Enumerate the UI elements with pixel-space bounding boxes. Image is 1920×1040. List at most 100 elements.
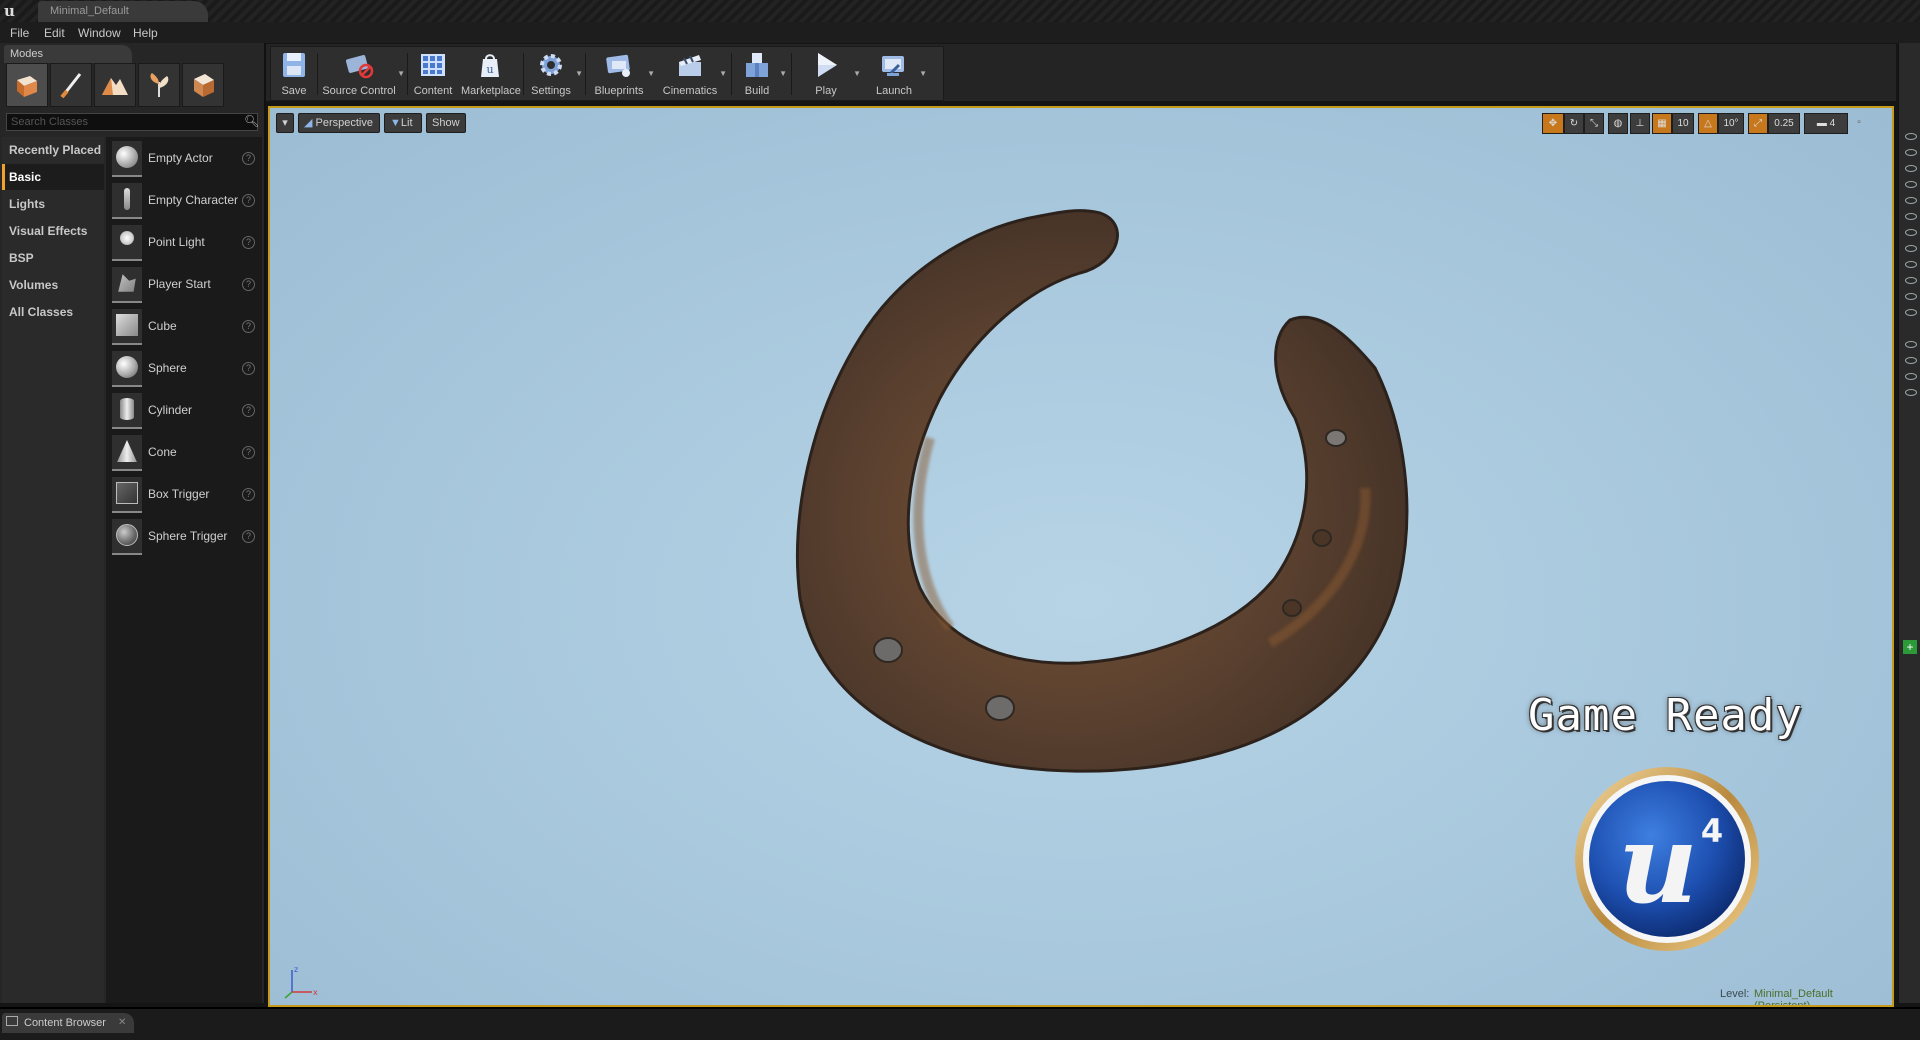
help-icon[interactable]: ? bbox=[242, 320, 255, 333]
visibility-eye-icon[interactable] bbox=[1905, 197, 1917, 204]
visibility-eye-icon[interactable] bbox=[1905, 357, 1917, 364]
modes-tab[interactable]: Modes bbox=[4, 45, 132, 63]
menu-edit[interactable]: Edit bbox=[44, 22, 65, 43]
visibility-eye-icon[interactable] bbox=[1905, 293, 1917, 300]
search-classes-input[interactable]: Search Classes bbox=[6, 113, 258, 131]
help-icon[interactable]: ? bbox=[242, 488, 255, 501]
list-item[interactable]: Cylinder ? bbox=[106, 389, 262, 431]
help-icon[interactable]: ? bbox=[242, 362, 255, 375]
add-component-icon[interactable]: + bbox=[1903, 640, 1917, 654]
svg-text:z: z bbox=[294, 965, 298, 974]
list-item[interactable]: Sphere ? bbox=[106, 347, 262, 389]
paint-mode-button[interactable] bbox=[50, 63, 92, 107]
marketplace-button[interactable]: u Marketplace bbox=[461, 47, 521, 100]
axis-gizmo-icon: z x bbox=[284, 965, 318, 999]
play-label: Play bbox=[815, 85, 837, 97]
document-tab[interactable]: Minimal_Default bbox=[38, 1, 208, 22]
sphere-trigger-icon bbox=[112, 519, 142, 555]
settings-button[interactable]: Settings ▼ bbox=[527, 47, 583, 100]
search-icon[interactable]: 🔍︎ bbox=[244, 114, 259, 128]
visibility-eye-icon[interactable] bbox=[1905, 165, 1917, 172]
svg-text:u: u bbox=[1618, 799, 1698, 928]
list-item[interactable]: Cone ? bbox=[106, 431, 262, 473]
help-icon[interactable]: ? bbox=[242, 404, 255, 417]
category-recently-placed[interactable]: Recently Placed bbox=[2, 137, 104, 163]
level-name-label: Minimal_Default (Persistent) bbox=[1754, 988, 1833, 1007]
geometry-mode-button[interactable] bbox=[182, 63, 224, 107]
help-icon[interactable]: ? bbox=[242, 236, 255, 249]
clapperboard-icon bbox=[679, 55, 701, 76]
category-volumes[interactable]: Volumes bbox=[2, 272, 104, 298]
help-icon[interactable]: ? bbox=[242, 446, 255, 459]
help-icon[interactable]: ? bbox=[242, 194, 255, 207]
nail-hole bbox=[873, 637, 903, 663]
visibility-eye-icon[interactable] bbox=[1905, 309, 1917, 316]
visibility-eye-icon[interactable] bbox=[1905, 277, 1917, 284]
launch-button[interactable]: Launch ▼ bbox=[863, 47, 927, 100]
help-icon[interactable]: ? bbox=[242, 530, 255, 543]
chevron-down-icon[interactable]: ▼ bbox=[719, 69, 727, 78]
visibility-eye-icon[interactable] bbox=[1905, 245, 1917, 252]
toolbar-divider bbox=[407, 53, 408, 95]
list-item[interactable]: Empty Character ? bbox=[106, 179, 262, 221]
visibility-eye-icon[interactable] bbox=[1905, 341, 1917, 348]
visibility-eye-icon[interactable] bbox=[1905, 133, 1917, 140]
chevron-down-icon[interactable]: ▼ bbox=[575, 69, 583, 78]
category-basic[interactable]: Basic bbox=[2, 164, 104, 190]
chevron-down-icon[interactable]: ▼ bbox=[779, 69, 787, 78]
blueprints-button[interactable]: Blueprints ▼ bbox=[589, 47, 655, 100]
category-lights[interactable]: Lights bbox=[2, 191, 104, 217]
toolbar-divider bbox=[585, 53, 586, 95]
chevron-down-icon[interactable]: ▼ bbox=[397, 69, 405, 78]
visibility-eye-icon[interactable] bbox=[1905, 373, 1917, 380]
item-label: Box Trigger bbox=[148, 487, 210, 501]
cinematics-button[interactable]: Cinematics ▼ bbox=[659, 47, 727, 100]
help-icon[interactable]: ? bbox=[242, 278, 255, 291]
place-mode-button[interactable] bbox=[6, 63, 48, 107]
cube-icon bbox=[112, 309, 142, 345]
foliage-mode-button[interactable] bbox=[138, 63, 180, 107]
toolbar-button-group: Save Source Control ▼ Content u Marketpl… bbox=[270, 46, 944, 101]
save-button[interactable]: Save bbox=[273, 47, 315, 100]
cinematics-label: Cinematics bbox=[662, 85, 718, 97]
menu-help[interactable]: Help bbox=[133, 22, 158, 43]
visibility-eye-icon[interactable] bbox=[1905, 213, 1917, 220]
content-button[interactable]: Content bbox=[411, 47, 455, 100]
settings-gear-icon bbox=[540, 54, 562, 76]
list-item[interactable]: Empty Actor ? bbox=[106, 137, 262, 179]
category-all-classes[interactable]: All Classes bbox=[2, 299, 104, 325]
list-item[interactable]: Sphere Trigger ? bbox=[106, 515, 262, 557]
visibility-eye-icon[interactable] bbox=[1905, 229, 1917, 236]
placeable-items-list: Empty Actor ? Empty Character ? Point Li… bbox=[106, 137, 262, 1003]
landscape-mode-button[interactable] bbox=[94, 63, 136, 107]
list-item[interactable]: Cube ? bbox=[106, 305, 262, 347]
category-visual-effects[interactable]: Visual Effects bbox=[2, 218, 104, 244]
level-viewport[interactable]: ▾ ◢ Perspective ▼Lit Show ✥ ↻ ⤡ ◍ ⊥ ▦ 10… bbox=[268, 106, 1894, 1007]
chevron-down-icon[interactable]: ▼ bbox=[647, 69, 655, 78]
source-control-button[interactable]: Source Control ▼ bbox=[319, 47, 405, 100]
play-button[interactable]: Play ▼ bbox=[795, 47, 861, 100]
nail-hole bbox=[1325, 429, 1347, 447]
level-prefix-label: Level: bbox=[1720, 988, 1750, 1000]
modes-tab-label: Modes bbox=[10, 48, 44, 60]
content-browser-tab[interactable]: Content Browser bbox=[2, 1013, 134, 1033]
build-button[interactable]: Build ▼ bbox=[735, 47, 787, 100]
paint-mode-icon bbox=[60, 73, 82, 99]
item-label: Cylinder bbox=[148, 403, 193, 417]
visibility-eye-icon[interactable] bbox=[1905, 181, 1917, 188]
help-icon[interactable]: ? bbox=[242, 152, 255, 165]
visibility-eye-icon[interactable] bbox=[1905, 389, 1917, 396]
list-item[interactable]: Point Light ? bbox=[106, 221, 262, 263]
menu-file[interactable]: File bbox=[10, 22, 29, 43]
close-icon[interactable]: ✕ bbox=[118, 1017, 126, 1028]
build-icon bbox=[746, 53, 768, 77]
chevron-down-icon[interactable]: ▼ bbox=[919, 69, 927, 78]
list-item[interactable]: Player Start ? bbox=[106, 263, 262, 305]
visibility-eye-icon[interactable] bbox=[1905, 261, 1917, 268]
visibility-eye-icon[interactable] bbox=[1905, 149, 1917, 156]
launch-icon bbox=[882, 56, 904, 76]
category-bsp[interactable]: BSP bbox=[2, 245, 104, 271]
menu-window[interactable]: Window bbox=[78, 22, 121, 43]
list-item[interactable]: Box Trigger ? bbox=[106, 473, 262, 515]
chevron-down-icon[interactable]: ▼ bbox=[853, 69, 861, 78]
